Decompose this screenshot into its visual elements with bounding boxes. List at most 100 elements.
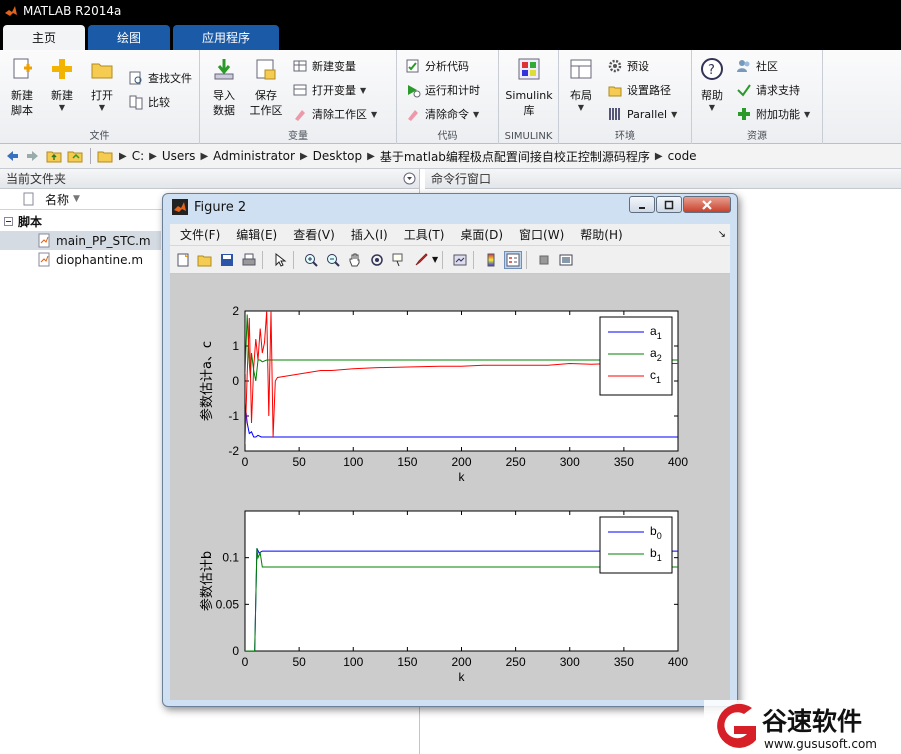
pan-button[interactable]	[346, 251, 364, 269]
layout-button[interactable]: 布局 ▼	[561, 56, 601, 112]
m-file-icon	[38, 252, 50, 267]
new-script-label: 新建 脚本	[11, 89, 33, 117]
open-file-button[interactable]	[196, 251, 214, 269]
file-name: main_PP_STC.m	[56, 233, 151, 248]
figure-title: Figure 2	[194, 199, 247, 215]
new-script-button[interactable]: 新建 脚本	[2, 56, 42, 118]
hide-plot-tools-button[interactable]	[535, 251, 553, 269]
list-item[interactable]: main_PP_STC.m	[0, 231, 161, 250]
addons-button[interactable]: 附加功能 ▼	[736, 104, 810, 124]
menu-desktop[interactable]: 桌面(D)	[460, 226, 503, 243]
set-path-button[interactable]: 设置路径	[607, 80, 671, 100]
menu-window[interactable]: 窗口(W)	[519, 226, 564, 243]
plot-area[interactable]: 0 50 100 150 200 250 300 350 400-2-1012k参数估计a、ca…	[170, 274, 730, 700]
find-files-button[interactable]: 查找文件	[128, 68, 192, 88]
request-support-button[interactable]: 请求支持	[736, 80, 800, 100]
simulink-library-label: Simulink 库	[505, 89, 553, 117]
request-support-label: 请求支持	[756, 84, 800, 97]
back-arrow-icon	[7, 151, 18, 161]
data-cursor-button[interactable]	[390, 251, 408, 269]
dock-arrow-icon[interactable]: ↘	[718, 229, 726, 240]
maximize-icon	[664, 200, 674, 209]
svg-text:?: ?	[708, 63, 715, 78]
breadcrumb-desktop[interactable]: Desktop	[313, 149, 363, 163]
breadcrumb-users[interactable]: Users	[162, 149, 196, 163]
breadcrumb-c-drive[interactable]: C:	[132, 149, 144, 163]
minimize-button[interactable]	[629, 196, 655, 213]
new-variable-icon	[293, 60, 307, 72]
open-variable-button[interactable]: 打开变量 ▼	[292, 80, 366, 100]
menu-help[interactable]: 帮助(H)	[580, 226, 622, 243]
rotate-3d-button[interactable]	[368, 251, 386, 269]
parallel-button[interactable]: Parallel ▼	[607, 104, 677, 124]
browse-folder-button[interactable]	[66, 147, 84, 165]
new-figure-button[interactable]	[174, 251, 192, 269]
x-tick-label: 350	[614, 455, 634, 469]
menu-file[interactable]: 文件(F)	[180, 226, 220, 243]
tab-home[interactable]: 主页	[3, 25, 85, 50]
crumb-separator: ▶	[119, 150, 127, 162]
show-plot-tools-button[interactable]	[557, 251, 575, 269]
edit-plot-button[interactable]	[271, 251, 289, 269]
run-and-time-button[interactable]: 运行和计时	[405, 80, 480, 100]
community-button[interactable]: 社区	[736, 56, 778, 76]
axes-2: 0 50 100 150 200 250 300 350 40000.050.1k参数估计bb0…	[199, 510, 688, 684]
back-button[interactable]	[3, 147, 21, 165]
open-button[interactable]: 打开 ▼	[82, 56, 122, 112]
up-folder-button[interactable]	[45, 147, 63, 165]
tab-apps[interactable]: 应用程序	[173, 25, 279, 50]
collapse-icon[interactable]	[4, 217, 13, 226]
figure-canvas[interactable]: 0 50 100 150 200 250 300 350 400 -2 -1 0 1 2 k 参数估计a、c a…	[170, 274, 730, 700]
clear-commands-button[interactable]: 清除命令 ▼	[405, 104, 479, 124]
close-button[interactable]	[683, 196, 731, 213]
environment-group: 布局 ▼ 预设 设置路径 Parallel ▼ 环境	[559, 50, 692, 144]
new-variable-button[interactable]: 新建变量	[292, 56, 356, 76]
link-plot-button[interactable]	[451, 251, 469, 269]
community-label: 社区	[756, 60, 778, 73]
x-tick-label: 350	[614, 655, 634, 669]
save-figure-button[interactable]	[218, 251, 236, 269]
chevron-down-icon: ▼	[371, 109, 378, 119]
chevron-down-icon[interactable]: ▼	[432, 255, 438, 264]
figure-window[interactable]: Figure 2 文件(F) 编辑(E) 查看(V) 插入(I) 工具(T) 桌…	[162, 193, 738, 707]
forward-button[interactable]	[24, 147, 42, 165]
zoom-in-button[interactable]	[302, 251, 320, 269]
breadcrumb-project-folder[interactable]: 基于matlab编程极点配置间接自校正控制源码程序	[380, 148, 650, 165]
simulink-library-button[interactable]: Simulink 库	[501, 56, 557, 118]
y-tick-label: 0.05	[216, 597, 240, 611]
preferences-button[interactable]: 预设	[607, 56, 649, 76]
breadcrumb-code[interactable]: code	[668, 149, 697, 163]
breadcrumb-administrator[interactable]: Administrator	[213, 149, 295, 163]
support-icon	[737, 84, 751, 97]
colorbar-button[interactable]	[482, 251, 500, 269]
analyze-code-button[interactable]: 分析代码	[405, 56, 469, 76]
close-icon	[702, 199, 712, 210]
compare-button[interactable]: 比较	[128, 92, 170, 112]
import-data-button[interactable]: 导入 数据	[204, 56, 244, 118]
x-tick-label: 50	[292, 455, 306, 469]
save-workspace-button[interactable]: 保存 工作区	[246, 56, 286, 118]
import-icon	[214, 59, 234, 80]
axes-1: 0 50 100 150 200 250 300 350 400-2-1012k参数估计a、ca…	[199, 304, 688, 484]
print-button[interactable]	[240, 251, 258, 269]
menu-tools[interactable]: 工具(T)	[404, 226, 445, 243]
clear-workspace-button[interactable]: 清除工作区 ▼	[292, 104, 377, 124]
analyze-code-label: 分析代码	[425, 60, 469, 73]
x-tick-label: 200	[451, 455, 471, 469]
new-button[interactable]: 新建 ▼	[42, 56, 82, 112]
run-and-time-icon	[408, 85, 421, 98]
tab-plots[interactable]: 绘图	[88, 25, 170, 50]
chevron-down-icon: ▼	[577, 103, 585, 112]
panel-menu-icon[interactable]	[403, 172, 416, 185]
simulink-group-label: SIMULINK	[504, 131, 553, 142]
maximize-button[interactable]	[656, 196, 682, 213]
brush-button[interactable]	[412, 251, 430, 269]
menu-edit[interactable]: 编辑(E)	[236, 226, 277, 243]
menu-insert[interactable]: 插入(I)	[351, 226, 388, 243]
menu-view[interactable]: 查看(V)	[293, 226, 335, 243]
legend-button[interactable]	[504, 250, 523, 269]
help-button[interactable]: ? 帮助 ▼	[692, 56, 732, 112]
zoom-out-button[interactable]	[324, 251, 342, 269]
matlab-logo-icon	[172, 199, 188, 215]
brush-icon	[415, 252, 428, 265]
